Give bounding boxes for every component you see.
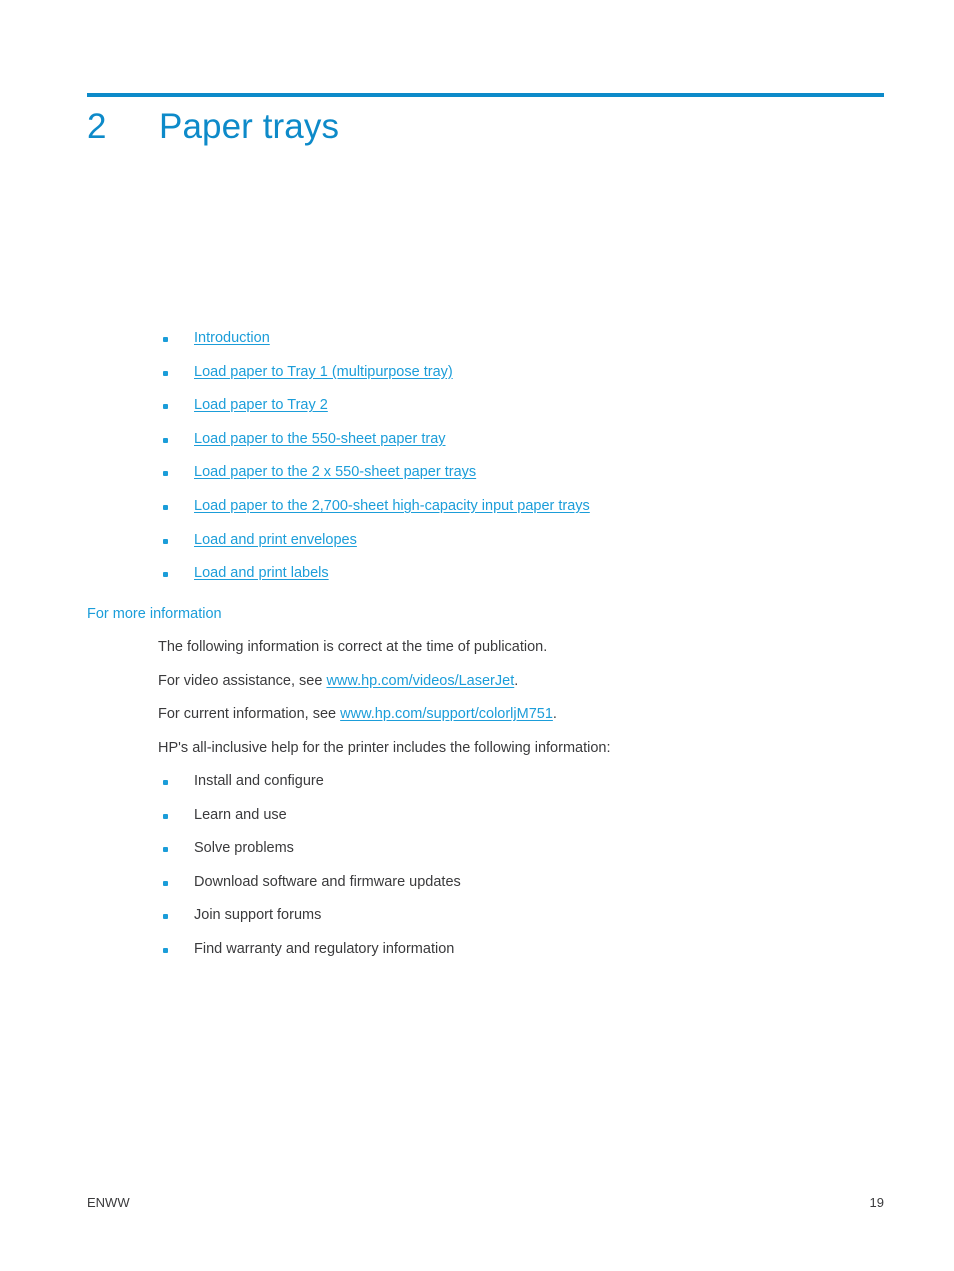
paragraph-all-inclusive-help: HP's all-inclusive help for the printer … xyxy=(158,740,611,756)
toc-link-envelopes[interactable]: Load and print envelopes xyxy=(194,532,357,548)
bullet-dot-icon xyxy=(163,504,168,510)
paragraph-video-assistance-suffix: . xyxy=(514,673,519,689)
chapter-number: 2 xyxy=(87,107,107,146)
list-item[interactable]: Load and print labels xyxy=(87,563,887,597)
bullet-dot-icon xyxy=(163,572,168,578)
help-topics-list: Install and configure Learn and use Solv… xyxy=(87,771,887,973)
footer-locale-code: ENWW xyxy=(87,1195,130,1210)
toc-link-introduction[interactable]: Introduction xyxy=(194,330,270,346)
list-item: Join support forums xyxy=(87,905,887,939)
bullet-dot-icon xyxy=(163,471,168,477)
bullet-dot-icon xyxy=(163,780,168,785)
footer-page-number: 19 xyxy=(869,1195,884,1210)
bullet-dot-icon xyxy=(163,404,168,410)
toc-link-tray-2[interactable]: Load paper to Tray 2 xyxy=(194,397,328,413)
bullet-dot-icon xyxy=(163,538,168,544)
list-item: Install and configure xyxy=(87,771,887,805)
chapter-toc-list: Introduction Load paper to Tray 1 (multi… xyxy=(87,328,887,597)
help-item-download-updates: Download software and firmware updates xyxy=(194,873,461,890)
toc-link-2x550-sheet-trays[interactable]: Load paper to the 2 x 550-sheet paper tr… xyxy=(194,464,476,480)
bullet-dot-icon xyxy=(163,370,168,376)
list-item: Download software and firmware updates xyxy=(87,872,887,906)
paragraph-publication-notice: The following information is correct at … xyxy=(158,639,548,655)
bullet-dot-icon xyxy=(163,914,168,920)
paragraph-current-information-suffix: . xyxy=(552,706,557,722)
section-heading-for-more-information: For more information xyxy=(87,606,222,622)
help-item-solve-problems: Solve problems xyxy=(194,840,294,857)
bullet-dot-icon xyxy=(163,813,168,819)
toc-link-labels[interactable]: Load and print labels xyxy=(194,565,329,581)
page-title: Paper trays xyxy=(159,107,340,146)
toc-link-550-sheet-tray[interactable]: Load paper to the 550-sheet paper tray xyxy=(194,431,446,447)
bullet-dot-icon xyxy=(163,947,168,953)
bullet-dot-icon xyxy=(163,337,168,342)
help-item-join-support-forums: Join support forums xyxy=(194,907,322,924)
toc-link-tray-1[interactable]: Load paper to Tray 1 (multipurpose tray) xyxy=(194,364,453,380)
list-item[interactable]: Load paper to the 2,700-sheet high-capac… xyxy=(87,496,887,530)
link-hp-videos-laserjet[interactable]: www.hp.com/videos/LaserJet xyxy=(326,673,514,689)
paragraph-current-information-prefix: For current information, see xyxy=(158,706,341,722)
chapter-rule-divider xyxy=(87,93,884,97)
help-item-learn-and-use: Learn and use xyxy=(194,806,287,823)
paragraph-video-assistance: For video assistance, see www.hp.com/vid… xyxy=(158,671,518,691)
link-hp-support-colorljm751[interactable]: www.hp.com/support/colorljM751 xyxy=(340,706,553,722)
bullet-dot-icon xyxy=(163,847,168,853)
bullet-dot-icon xyxy=(163,880,168,886)
list-item: Solve problems xyxy=(87,838,887,872)
list-item[interactable]: Introduction xyxy=(87,328,887,362)
list-item: Find warranty and regulatory information xyxy=(87,939,887,973)
paragraph-video-assistance-prefix: For video assistance, see xyxy=(158,673,327,689)
list-item[interactable]: Load paper to the 2 x 550-sheet paper tr… xyxy=(87,462,887,496)
list-item[interactable]: Load paper to Tray 1 (multipurpose tray) xyxy=(87,362,887,396)
help-item-warranty-regulatory: Find warranty and regulatory information xyxy=(194,940,455,957)
list-item: Learn and use xyxy=(87,805,887,839)
page-footer: ENWW 19 xyxy=(87,1194,884,1212)
chapter-heading: 2 Paper trays xyxy=(87,104,887,150)
list-item[interactable]: Load paper to the 550-sheet paper tray xyxy=(87,429,887,463)
document-page: 2 Paper trays Introduction Load paper to… xyxy=(0,0,954,1271)
help-item-install-and-configure: Install and configure xyxy=(194,773,324,789)
toc-link-2700-sheet-hcit[interactable]: Load paper to the 2,700-sheet high-capac… xyxy=(194,498,590,514)
bullet-dot-icon xyxy=(163,437,168,443)
paragraph-current-information: For current information, see www.hp.com/… xyxy=(158,704,557,724)
list-item[interactable]: Load paper to Tray 2 xyxy=(87,395,887,429)
list-item[interactable]: Load and print envelopes xyxy=(87,530,887,564)
